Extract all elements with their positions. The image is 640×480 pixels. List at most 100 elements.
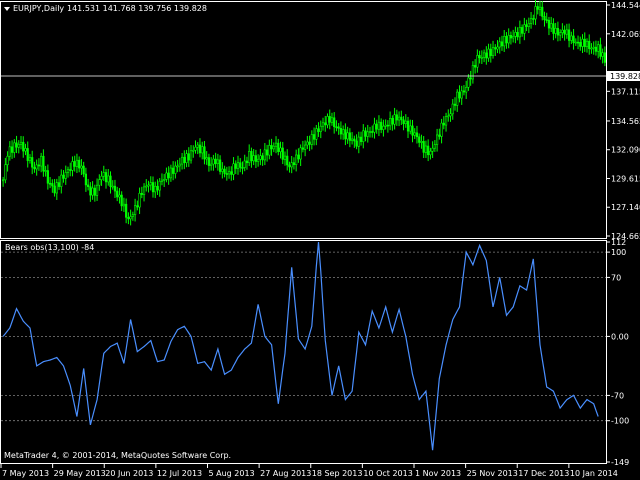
current-price-label: 139.828 <box>610 72 640 81</box>
indicator-tick-label: 70 <box>611 273 621 282</box>
candle-body <box>40 155 43 167</box>
candle-body <box>453 103 457 106</box>
candle-body <box>6 155 9 166</box>
candle-body <box>500 41 504 47</box>
candle-body <box>165 172 168 180</box>
candle-body <box>507 35 510 44</box>
candle-body <box>395 114 398 121</box>
candle-body <box>328 116 331 123</box>
candle-body <box>142 186 146 195</box>
candle-body <box>192 149 195 152</box>
candle-body <box>306 141 309 146</box>
candle-body <box>295 154 298 165</box>
candle-body <box>418 136 421 143</box>
candle-body <box>310 134 313 145</box>
candle-body <box>265 149 269 156</box>
candle-body <box>438 134 441 137</box>
candle-body <box>576 41 580 44</box>
candle-body <box>252 155 255 162</box>
price-pane[interactable]: EURJPY,Daily 141.531 141.768 139.756 139… <box>0 0 640 241</box>
candle-body <box>31 157 34 168</box>
candle-body <box>107 175 110 183</box>
candle-body <box>559 32 562 36</box>
candle-body <box>69 169 72 171</box>
candle-body <box>160 179 164 182</box>
candle-body <box>525 24 528 27</box>
candle-body <box>113 185 117 192</box>
candle-body <box>348 132 351 141</box>
candle-body <box>601 52 604 57</box>
candle-body <box>203 146 206 160</box>
candle-body <box>460 90 463 99</box>
candle-body <box>87 184 90 188</box>
price-tick-label: 144.544 <box>611 1 640 10</box>
candle-body <box>122 203 126 207</box>
indicator-tick-label: -70 <box>611 391 624 400</box>
candle-body <box>216 159 219 165</box>
candle-body <box>127 217 130 220</box>
indicator-axis[interactable]: 112100 70 0.00 -70 -100 -149 <box>607 238 629 467</box>
candle-body <box>547 19 551 29</box>
candle-body <box>57 182 61 187</box>
candle-body <box>462 90 466 93</box>
time-tick-label: 12 Jul 2013 <box>157 469 202 478</box>
candle-body <box>503 36 506 47</box>
candle-body <box>60 174 63 187</box>
candle-body <box>471 65 474 80</box>
candle-body <box>136 205 139 208</box>
candle-body <box>80 165 83 169</box>
candle-body <box>62 174 65 179</box>
candle-body <box>509 35 513 39</box>
candle-body <box>104 172 108 183</box>
symbol-title: EURJPY,Daily <box>13 4 64 13</box>
bears-line <box>2 241 599 451</box>
time-tick-label: 5 Aug 2013 <box>208 469 254 478</box>
indicator-title: Bears obs(13,100) -84 <box>5 243 94 252</box>
candle-body <box>261 155 264 161</box>
candle-body <box>243 160 246 168</box>
candle-body <box>476 55 479 68</box>
candle-body <box>449 113 452 117</box>
candle-body <box>219 159 222 172</box>
candle-body <box>603 52 606 63</box>
candle-body <box>353 138 356 142</box>
candle-body <box>75 159 79 167</box>
candle-body <box>592 46 595 49</box>
candle-body <box>292 162 296 165</box>
candle-body <box>158 181 161 191</box>
chart-window[interactable]: EURJPY,Daily 141.531 141.768 139.756 139… <box>0 0 640 480</box>
candle-body <box>138 192 141 208</box>
candle-body <box>427 145 430 156</box>
candle-body <box>326 116 329 126</box>
candle-body <box>404 120 407 124</box>
candle-body <box>194 146 197 151</box>
candle-body <box>73 161 76 167</box>
candle-body <box>436 134 439 145</box>
candle-body <box>597 44 600 52</box>
candle-body <box>489 48 492 56</box>
candle-body <box>64 172 67 179</box>
candle-body <box>570 35 573 41</box>
candle-body <box>315 128 318 140</box>
candle-body <box>187 153 190 161</box>
candle-body <box>95 184 99 196</box>
candle-body <box>422 141 425 153</box>
candle-body <box>324 122 327 126</box>
triangle-down-icon[interactable] <box>4 7 10 11</box>
candle-body <box>579 42 582 47</box>
candle-body <box>149 182 152 186</box>
candle-body <box>536 6 539 10</box>
time-tick-label: 1 Nov 2013 <box>415 469 461 478</box>
candle-body <box>442 122 445 126</box>
candle-body <box>46 170 49 184</box>
indicator-tick-label: 100 <box>611 248 626 257</box>
indicator-pane[interactable]: Bears obs(13,100) -84 112100 70 0.00 -70 -10… <box>0 238 630 467</box>
candle-body <box>15 142 18 148</box>
candle-body <box>214 158 217 165</box>
candle-body <box>2 179 5 182</box>
time-axis[interactable]: 7 May 2013 29 May 2013 20 Jun 2013 12 Jul 2… <box>0 464 618 478</box>
candle-body <box>24 148 27 152</box>
price-axis[interactable]: 144.544 142.065 137.115 134.565 132.090 129.6… <box>607 1 640 241</box>
candle-body <box>339 128 343 135</box>
candle-body <box>66 169 70 173</box>
